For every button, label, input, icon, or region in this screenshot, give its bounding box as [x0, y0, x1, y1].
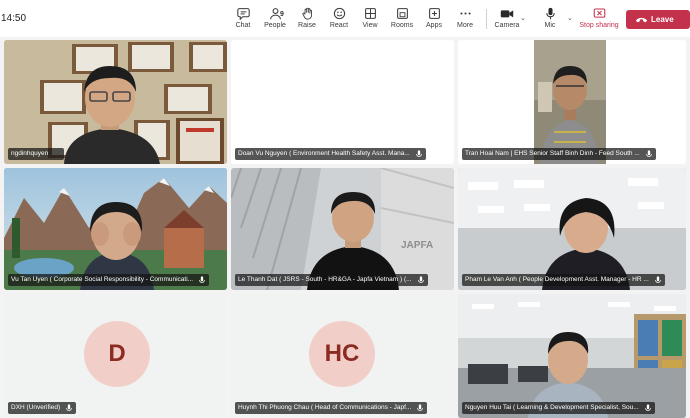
background-logo-text: JAPFA — [401, 240, 433, 251]
muted-mic-icon — [645, 150, 652, 157]
muted-mic-icon — [415, 150, 422, 157]
leave-label: Leave — [651, 15, 674, 24]
muted-mic-icon — [644, 404, 651, 411]
participant-tile[interactable]: JAPFA Le Thanh Dat ( JSRS - South - HR&G… — [231, 168, 454, 290]
muted-mic-icon — [417, 276, 424, 283]
video-feed — [534, 40, 606, 164]
participant-tile[interactable]: Tran Hoai Nam | EHS Senior Staff Binh Di… — [458, 40, 686, 164]
participant-name: Vu Tan Uyen ( Corporate Social Responsib… — [8, 274, 210, 286]
participant-name: ngdinhquyen — [8, 148, 65, 160]
video-feed: JAPFA — [231, 168, 454, 290]
video-feed — [4, 168, 227, 290]
rooms-button[interactable]: Rooms — [384, 7, 420, 29]
participant-name: DXH (Unverified) — [8, 402, 77, 414]
muted-mic-icon — [199, 276, 205, 283]
microphone-icon — [545, 7, 555, 20]
clock: 14:50 — [1, 13, 27, 24]
muted-mic-icon — [66, 404, 72, 411]
more-button[interactable]: More — [447, 7, 483, 29]
participant-name: Pham Le Van Anh ( People Development Ass… — [462, 274, 665, 286]
participant-name-text: Doan Vu Nguyen ( Environment Health Safe… — [238, 150, 410, 157]
participant-tile[interactable]: HC Huynh Thi Phuong Chau ( Head of Commu… — [231, 294, 454, 418]
video-feed — [4, 40, 227, 164]
participant-name-text: Nguyen Huu Tai ( Learning & Development … — [465, 404, 639, 411]
stop-share-icon — [593, 8, 605, 18]
more-label: More — [457, 22, 473, 29]
people-label: People — [264, 22, 286, 29]
camera-options-chevron-icon[interactable]: ⌄ — [520, 14, 526, 22]
participant-name-text: Le Thanh Dat ( JSRS - South - HR&GA - Ja… — [238, 276, 412, 283]
meeting-toolbar: 14:50 Chat People 9 Raise React View Roo… — [0, 0, 690, 37]
camera-icon — [500, 10, 514, 18]
emoji-icon — [333, 7, 345, 20]
participant-tile[interactable]: Doan Vu Nguyen ( Environment Health Safe… — [231, 40, 454, 164]
participant-name-text: Pham Le Van Anh ( People Development Ass… — [465, 276, 649, 283]
grid-view-icon — [364, 8, 376, 19]
more-icon — [459, 12, 471, 15]
raise-label: Raise — [298, 22, 316, 29]
mic-options-chevron-icon[interactable]: ⌄ — [567, 14, 573, 22]
people-count-badge: 9 — [280, 11, 284, 18]
participant-name: Le Thanh Dat ( JSRS - South - HR&GA - Ja… — [235, 274, 428, 286]
leave-button[interactable]: Leave — [626, 10, 690, 29]
avatar: HC — [309, 321, 375, 387]
view-button[interactable]: View — [352, 7, 388, 29]
participant-name: Nguyen Huu Tai ( Learning & Development … — [462, 402, 655, 414]
participant-name: Doan Vu Nguyen ( Environment Health Safe… — [235, 148, 426, 160]
participant-tile[interactable]: D DXH (Unverified) — [4, 294, 227, 418]
chat-icon — [236, 8, 250, 20]
mic-label: Mic — [544, 22, 556, 29]
raise-hand-button[interactable]: Raise — [289, 7, 325, 29]
raise-hand-icon — [301, 7, 312, 20]
rooms-label: Rooms — [390, 22, 414, 29]
video-grid: ngdinhquyen Doan Vu Nguyen ( Environment… — [0, 37, 690, 418]
participant-tile-active-speaker[interactable]: Vu Tan Uyen ( Corporate Social Responsib… — [4, 168, 227, 290]
add-apps-icon — [428, 8, 440, 19]
participant-name: Huynh Thi Phuong Chau ( Head of Communic… — [235, 402, 428, 414]
camera-label: Camera — [494, 22, 520, 29]
participant-name-text: DXH (Unverified) — [11, 404, 61, 411]
muted-mic-icon — [655, 276, 661, 283]
participant-name-text: Vu Tan Uyen ( Corporate Social Responsib… — [11, 276, 194, 283]
muted-mic-icon — [417, 404, 424, 411]
chat-label: Chat — [235, 22, 251, 29]
participant-tile-active-speaker[interactable]: Pham Le Van Anh ( People Development Ass… — [458, 168, 686, 290]
mic-button[interactable]: Mic — [532, 7, 568, 29]
participant-name-text: Tran Hoai Nam | EHS Senior Staff Binh Di… — [465, 150, 640, 157]
avatar: D — [84, 321, 150, 387]
participant-tile[interactable]: Nguyen Huu Tai ( Learning & Development … — [458, 294, 686, 418]
toolbar-divider — [486, 9, 487, 29]
participant-name-text: ngdinhquyen — [11, 150, 49, 157]
stop-sharing-label: Stop sharing — [579, 22, 619, 29]
participant-tile[interactable]: ngdinhquyen — [4, 40, 227, 164]
chat-button[interactable]: Chat — [225, 7, 261, 29]
video-feed — [458, 168, 686, 290]
people-button[interactable]: People — [257, 7, 293, 29]
video-feed — [458, 294, 686, 418]
view-label: View — [362, 22, 378, 29]
stop-sharing-button[interactable]: Stop sharing — [578, 7, 620, 29]
participant-name-text: Huynh Thi Phuong Chau ( Head of Communic… — [238, 404, 412, 411]
participant-name: Tran Hoai Nam | EHS Senior Staff Binh Di… — [462, 148, 656, 160]
hang-up-icon — [635, 17, 648, 23]
rooms-icon — [396, 8, 408, 19]
